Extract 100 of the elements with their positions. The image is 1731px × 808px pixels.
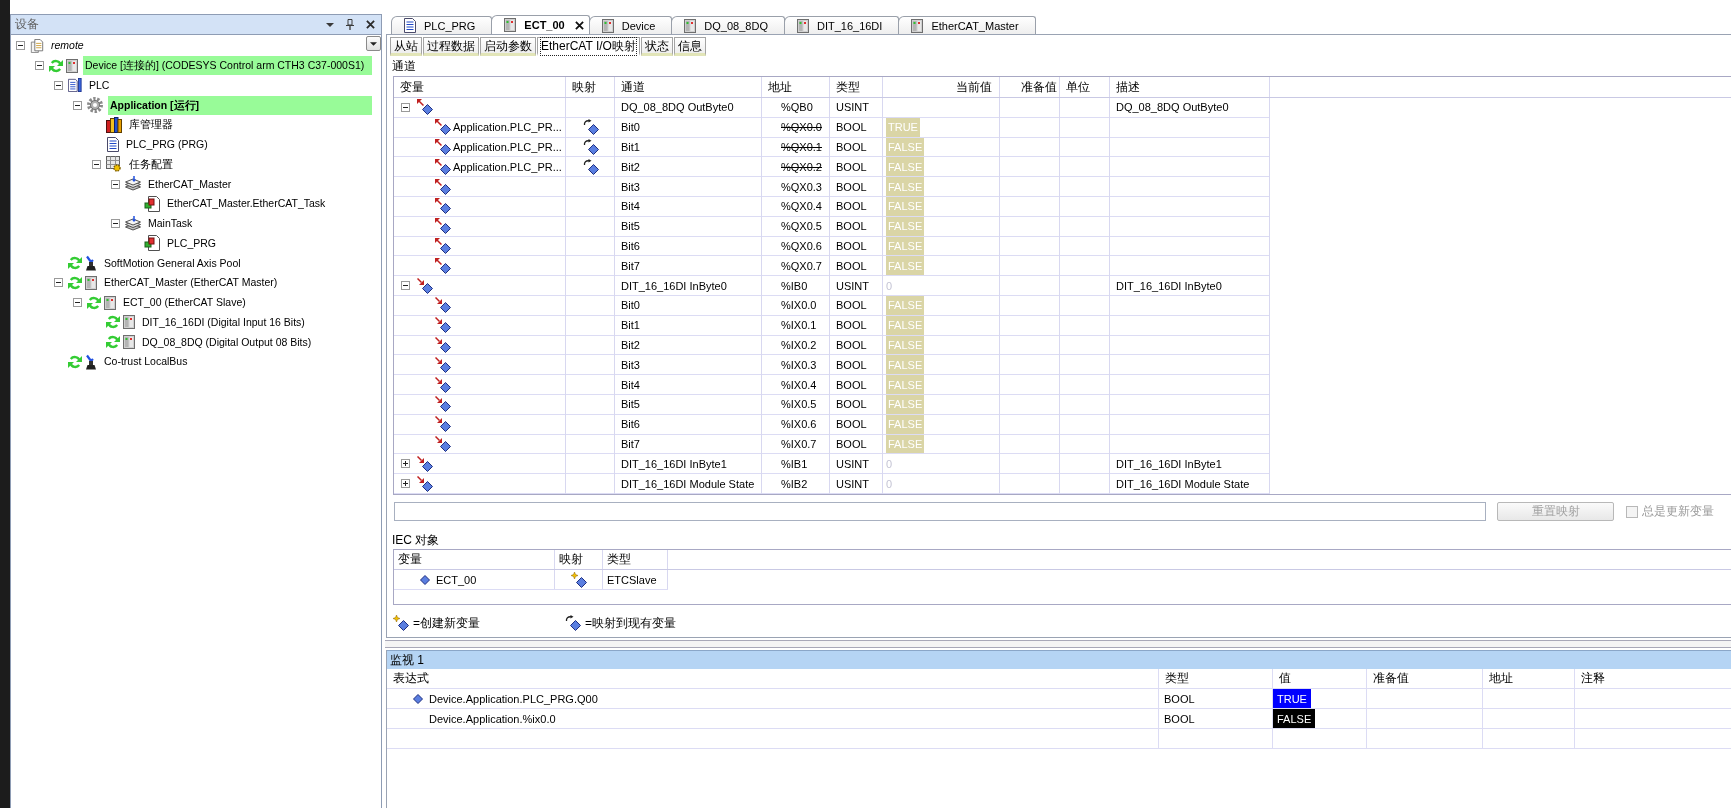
- column-header[interactable]: 准备值: [1373, 670, 1409, 687]
- tree-item[interactable]: PLC_PRG: [165, 233, 219, 253]
- tree-item[interactable]: Application [运行]: [108, 95, 372, 115]
- expression-text[interactable]: Device.Application.%ix0.0: [429, 712, 556, 725]
- address-text: %IX0.3: [781, 358, 817, 371]
- editor-tab[interactable]: EtherCAT_Master: [898, 16, 1036, 34]
- type-text: USINT: [836, 101, 869, 114]
- column-header[interactable]: 映射: [559, 551, 583, 568]
- sub-tab[interactable]: 从站: [390, 37, 422, 56]
- type-text: BOOL: [1164, 712, 1195, 725]
- type-text: BOOL: [836, 358, 867, 371]
- address-text: %IX0.7: [781, 437, 817, 450]
- collapse-icon[interactable]: [54, 80, 63, 90]
- column-header[interactable]: 表达式: [393, 670, 429, 687]
- collapse-icon[interactable]: [73, 298, 82, 308]
- tree-item[interactable]: Device [连接的] (CODESYS Control arm CTH3 C37-000S1): [83, 56, 372, 76]
- collapse-icon[interactable]: [401, 102, 410, 112]
- collapse-icon[interactable]: [16, 41, 25, 51]
- sub-tab[interactable]: 启动参数: [480, 37, 536, 56]
- tree-item[interactable]: ECT_00 (EtherCAT Slave): [121, 293, 248, 313]
- column-header[interactable]: 类型: [836, 79, 860, 96]
- editor-tab[interactable]: DIT_16_16DI: [783, 16, 900, 34]
- close-icon[interactable]: [366, 20, 375, 29]
- variable-name[interactable]: ECT_00: [436, 573, 477, 586]
- description-text: DIT_16_16DI Module State: [1116, 477, 1250, 490]
- type-text: BOOL: [836, 259, 867, 272]
- editor-tab[interactable]: ECT_00: [491, 15, 590, 34]
- tree-item[interactable]: 库管理器: [127, 115, 175, 135]
- column-header[interactable]: 当前值: [956, 79, 992, 96]
- input-field[interactable]: [394, 502, 1486, 521]
- tree-item[interactable]: remote: [49, 36, 86, 56]
- type-text: BOOL: [836, 239, 867, 252]
- tree-item[interactable]: DQ_08_8DQ (Digital Output 08 Bits): [140, 332, 314, 352]
- tree-item[interactable]: DIT_16_16DI (Digital Input 16 Bits): [140, 312, 307, 332]
- tree-item[interactable]: Co-trust LocalBus: [102, 352, 190, 372]
- tree-item[interactable]: 任务配置: [127, 154, 175, 174]
- editor-tab[interactable]: Device: [588, 16, 673, 34]
- variable-name[interactable]: Application.PLC_PR...: [453, 160, 562, 173]
- column-header[interactable]: 映射: [572, 79, 596, 96]
- expand-icon[interactable]: [401, 479, 410, 489]
- column-header[interactable]: 类型: [1165, 670, 1189, 687]
- device-icon: [684, 18, 697, 33]
- channel-name: Bit0: [621, 299, 640, 312]
- layers-icon: [125, 215, 141, 232]
- collapse-icon[interactable]: [92, 159, 101, 169]
- type-text: BOOL: [836, 299, 867, 312]
- channel-name: Bit4: [621, 378, 640, 391]
- current-value-field: FALSE: [886, 137, 925, 157]
- variable-name[interactable]: Application.PLC_PR...: [453, 141, 562, 153]
- column-header[interactable]: 地址: [1489, 670, 1513, 687]
- dropdown-button[interactable]: [366, 36, 381, 51]
- column-header[interactable]: 变量: [398, 551, 422, 568]
- address-text: %IB2: [781, 477, 808, 490]
- column-header[interactable]: 地址: [768, 79, 792, 96]
- tree-item[interactable]: EtherCAT_Master (EtherCAT Master): [102, 273, 280, 293]
- tree-item[interactable]: PLC: [87, 75, 112, 95]
- expression-text[interactable]: Device.Application.PLC_PRG.Q00: [429, 692, 598, 705]
- column-header[interactable]: 准备值: [1021, 79, 1057, 96]
- current-value-field: FALSE: [886, 236, 925, 256]
- tree-item[interactable]: MainTask: [146, 214, 195, 234]
- watch-value: FALSE: [1273, 709, 1316, 728]
- column-header[interactable]: 类型: [607, 551, 631, 568]
- column-header[interactable]: 单位: [1066, 79, 1090, 96]
- sub-tab[interactable]: 信息: [673, 37, 706, 56]
- address-text: %QX0.3: [781, 180, 822, 193]
- expand-icon[interactable]: [401, 459, 410, 469]
- column-header[interactable]: 注释: [1581, 670, 1605, 687]
- editor-tab[interactable]: PLC_PRG: [391, 16, 493, 34]
- close-icon[interactable]: [574, 20, 584, 30]
- dropdown-caret-icon[interactable]: [326, 22, 334, 27]
- editor-tab[interactable]: DQ_08_8DQ: [671, 16, 785, 34]
- collapse-icon[interactable]: [73, 100, 82, 110]
- tree-item[interactable]: EtherCAT_Master.EtherCAT_Task: [165, 194, 328, 214]
- variable-name[interactable]: Application.PLC_PR...: [453, 121, 562, 134]
- collapse-icon[interactable]: [54, 278, 63, 288]
- section-title: 通道: [391, 58, 416, 75]
- robot-arm-icon: [85, 255, 97, 272]
- tree-item[interactable]: EtherCAT_Master: [146, 174, 234, 194]
- channel-name: Bit7: [621, 259, 640, 272]
- collapse-icon[interactable]: [111, 179, 120, 189]
- collapse-icon[interactable]: [111, 219, 120, 229]
- collapse-icon[interactable]: [35, 61, 44, 71]
- sub-tab[interactable]: EtherCAT I/O映射: [537, 37, 640, 56]
- collapse-icon[interactable]: [401, 281, 410, 291]
- pin-icon[interactable]: [346, 19, 354, 30]
- channel-name: Bit4: [621, 200, 640, 213]
- column-header[interactable]: 值: [1279, 670, 1291, 687]
- address-text: %IX0.4: [781, 378, 817, 391]
- document-blocks-icon: [144, 195, 160, 212]
- column-header[interactable]: 通道: [621, 79, 645, 96]
- sub-tab[interactable]: 过程数据: [423, 37, 479, 56]
- books-icon: [106, 116, 122, 133]
- tree-item[interactable]: SoftMotion General Axis Pool: [102, 253, 243, 273]
- current-value-field: FALSE: [886, 177, 925, 196]
- column-header[interactable]: 变量: [400, 79, 424, 96]
- sub-tab[interactable]: 状态: [640, 37, 673, 56]
- watch-value: TRUE: [1273, 689, 1311, 708]
- tree-item[interactable]: PLC_PRG (PRG): [124, 135, 210, 155]
- column-header[interactable]: 描述: [1116, 79, 1140, 96]
- type-text: BOOL: [836, 338, 867, 351]
